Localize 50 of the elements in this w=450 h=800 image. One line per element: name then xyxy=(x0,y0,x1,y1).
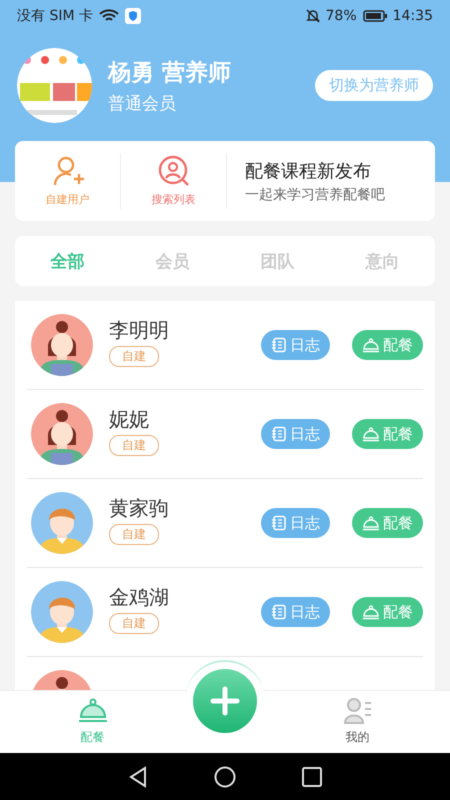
food-cover-icon xyxy=(362,515,380,531)
plus-icon xyxy=(210,686,240,716)
switch-role-button[interactable]: 切换为营养师 xyxy=(315,70,433,101)
promo-subtitle: 一起来学习营养配餐吧 xyxy=(245,186,385,204)
clock-time: 14:35 xyxy=(392,8,433,24)
member-level: 普通会员 xyxy=(108,92,177,114)
source-tag: 自建 xyxy=(109,346,159,367)
meal-plan-button[interactable]: 配餐 xyxy=(352,330,423,360)
notebook-icon xyxy=(271,337,287,353)
food-cover-icon xyxy=(362,604,380,620)
notebook-icon xyxy=(271,426,287,442)
source-tag: 自建 xyxy=(109,524,159,545)
mute-icon xyxy=(306,9,320,23)
quick-action[interactable]: 搜索列表 xyxy=(121,153,227,209)
notebook-icon xyxy=(271,515,287,531)
food-cover-icon xyxy=(362,426,380,442)
nav-item[interactable]: 配餐 xyxy=(0,690,185,753)
meal-plan-button[interactable]: 配餐 xyxy=(352,508,423,538)
meal-plan-button[interactable]: 配餐 xyxy=(352,597,423,627)
wifi-icon xyxy=(99,9,119,23)
add-user-icon xyxy=(52,155,84,187)
log-button[interactable]: 日志 xyxy=(261,419,330,449)
filter-tab[interactable]: 全部 xyxy=(44,250,90,272)
log-button[interactable]: 日志 xyxy=(261,508,330,538)
user-name: 李明明 xyxy=(109,317,169,344)
user-list-icon xyxy=(342,697,372,725)
user-name: 杨勇 营养师 xyxy=(108,58,232,88)
carrier-text: 没有 SIM 卡 xyxy=(17,7,93,25)
battery-percent: 78% xyxy=(326,8,357,24)
food-cover-icon xyxy=(362,337,380,353)
food-cover-icon xyxy=(78,697,108,725)
add-button[interactable] xyxy=(193,669,257,733)
promo-title: 配餐课程新发布 xyxy=(245,160,372,182)
notebook-icon xyxy=(271,604,287,620)
user-name: 金鸡湖 xyxy=(109,584,169,611)
user-name: 妮妮 xyxy=(109,406,149,433)
shield-icon xyxy=(125,8,141,24)
recent-apps-icon[interactable] xyxy=(302,766,322,786)
battery-icon xyxy=(362,10,387,22)
search-user-icon xyxy=(158,155,190,187)
quick-action[interactable]: 自建用户 xyxy=(15,153,121,209)
meal-plan-button[interactable]: 配餐 xyxy=(352,419,423,449)
nav-item[interactable]: 我的 xyxy=(265,690,450,753)
source-tag: 自建 xyxy=(109,435,159,456)
back-icon[interactable] xyxy=(128,766,148,788)
log-button[interactable]: 日志 xyxy=(261,597,330,627)
source-tag: 自建 xyxy=(109,613,159,634)
home-icon[interactable] xyxy=(214,766,236,788)
user-name: 黄家驹 xyxy=(109,495,169,522)
log-button[interactable]: 日志 xyxy=(261,330,330,360)
